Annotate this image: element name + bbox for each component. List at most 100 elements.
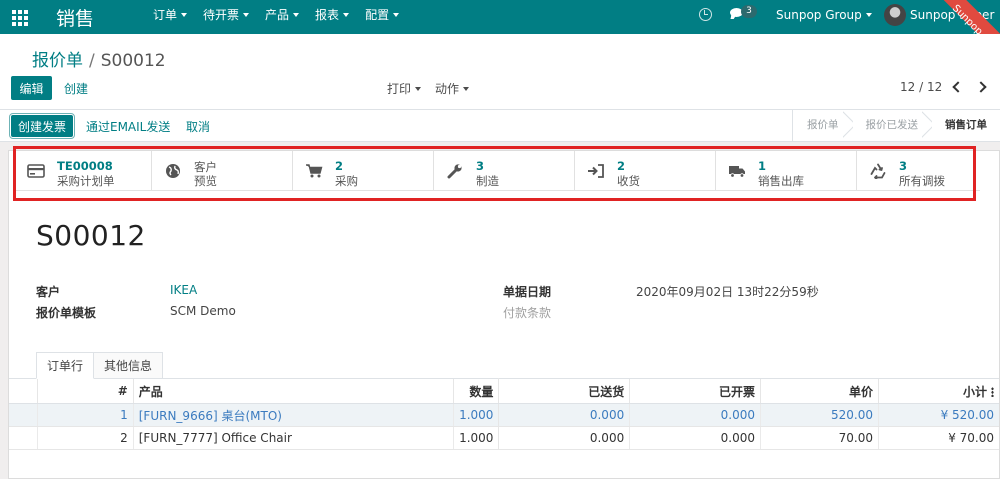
card-icon xyxy=(27,164,45,178)
cell-unit-price[interactable]: 70.00 xyxy=(760,426,879,450)
smart-button-purchase[interactable]: 2 采购 xyxy=(293,151,434,191)
stage-quotation[interactable]: 报价单 xyxy=(793,110,852,141)
smart-button-label: 预览 xyxy=(194,174,217,188)
breadcrumb-quotations-link[interactable]: 报价单 xyxy=(32,51,83,71)
column-unit-price[interactable]: 单价 xyxy=(760,378,879,404)
smart-button-value: 1 xyxy=(758,159,767,173)
chevron-down-icon xyxy=(415,86,422,91)
cart-icon xyxy=(306,164,323,178)
column-subtotal[interactable]: 小计 xyxy=(877,378,999,404)
cell-subtotal: ¥ 520.00 xyxy=(877,403,999,427)
order-lines-table: # 产品 数量 已送货 已开票 单价 小计 1 [FURN_9666] 桌台(M… xyxy=(9,378,999,450)
record-title: S00012 xyxy=(36,219,146,252)
pager-next-icon[interactable] xyxy=(974,78,990,96)
date-value: 2020年09月02日 13时22分59秒 xyxy=(636,285,819,299)
date-label: 单据日期 xyxy=(503,285,552,299)
column-seq[interactable]: # xyxy=(37,378,134,404)
menu-label: 配置 xyxy=(365,8,390,22)
menu-to-invoice[interactable]: 待开票 xyxy=(195,0,257,34)
form-statusbar: 创建发票 通过EMAIL发送 取消 报价单 报价已发送 销售订单 xyxy=(0,110,1000,142)
action-dropdown[interactable]: 动作 xyxy=(435,80,470,97)
pager-value[interactable]: 12 / 12 xyxy=(900,80,942,94)
smart-button-label: 收货 xyxy=(617,174,640,188)
stage-label: 报价已发送 xyxy=(865,119,919,131)
smart-button-receipts[interactable]: 2 收货 xyxy=(575,151,716,191)
row-spacer xyxy=(9,403,38,427)
smart-button-value: TE00008 xyxy=(57,159,113,173)
control-panel: 报价单 / S00012 编辑 创建 打印 动作 12 / 12 xyxy=(0,34,1000,110)
send-email-button[interactable]: 通过EMAIL发送 xyxy=(86,118,170,135)
column-delivered[interactable]: 已送货 xyxy=(498,378,630,404)
smart-button-all-transfers[interactable]: 3 所有调拨 xyxy=(857,151,980,191)
stage-label: 报价单 xyxy=(807,119,839,131)
print-dropdown[interactable]: 打印 xyxy=(387,80,422,97)
user-menu[interactable]: Sunpop Super xyxy=(910,0,994,34)
menu-products[interactable]: 产品 xyxy=(257,0,307,34)
smart-button-purchase-plan[interactable]: TE00008 采购计划单 xyxy=(15,151,152,191)
customer-link[interactable]: IKEA xyxy=(170,283,197,297)
menu-label: 报表 xyxy=(315,8,340,22)
column-quantity[interactable]: 数量 xyxy=(453,378,500,404)
sign-in-icon xyxy=(588,164,604,178)
stage-pipeline: 报价单 报价已发送 销售订单 xyxy=(792,110,1000,141)
chevron-down-icon xyxy=(393,12,400,17)
row-spacer xyxy=(9,426,38,450)
print-label: 打印 xyxy=(387,82,412,96)
notebook-tabs: 订单行 其他信息 xyxy=(36,352,164,379)
cell-product[interactable]: [FURN_9666] 桌台(MTO) xyxy=(132,403,454,427)
globe-icon xyxy=(166,164,180,178)
stage-label: 销售订单 xyxy=(945,119,987,131)
cell-seq: 1 xyxy=(37,403,134,427)
stage-sales-order[interactable]: 销售订单 xyxy=(931,110,1000,141)
smart-button-customer-preview[interactable]: 客户 预览 xyxy=(152,151,293,191)
template-label: 报价单模板 xyxy=(36,306,97,320)
cell-delivered: 0.000 xyxy=(498,426,630,450)
edit-button[interactable]: 编辑 xyxy=(11,76,52,100)
action-label: 动作 xyxy=(435,82,460,96)
cell-invoiced: 0.000 xyxy=(629,426,761,450)
column-product[interactable]: 产品 xyxy=(132,378,454,404)
form-sheet: TE00008 采购计划单 客户 预览 2 采购 3 制造 2 收货 1 销售出… xyxy=(8,150,1000,479)
truck-icon xyxy=(729,166,745,178)
template-value: SCM Demo xyxy=(170,304,236,318)
cell-unit-price[interactable]: 520.00 xyxy=(760,403,879,427)
smart-button-label: 采购计划单 xyxy=(57,174,115,188)
column-options-icon[interactable] xyxy=(991,387,994,397)
menu-reports[interactable]: 报表 xyxy=(307,0,357,34)
pager-previous-icon[interactable] xyxy=(948,78,964,96)
menu-label: 订单 xyxy=(153,8,178,22)
chevron-down-icon xyxy=(463,86,470,91)
table-row[interactable]: 1 [FURN_9666] 桌台(MTO) 1.000 0.000 0.000 … xyxy=(9,403,999,427)
stage-quotation-sent[interactable]: 报价已发送 xyxy=(852,110,932,141)
avatar[interactable] xyxy=(884,4,906,26)
customer-label: 客户 xyxy=(36,285,61,299)
breadcrumb-current: S00012 xyxy=(100,51,166,71)
create-invoice-button[interactable]: 创建发票 xyxy=(8,113,76,139)
cell-seq: 2 xyxy=(37,426,134,450)
apps-menu-icon[interactable] xyxy=(12,10,28,26)
smart-button-box: TE00008 采购计划单 客户 预览 2 采购 3 制造 2 收货 1 销售出… xyxy=(15,151,980,191)
tab-other-info[interactable]: 其他信息 xyxy=(94,352,164,379)
wrench-icon xyxy=(447,164,462,179)
cell-product[interactable]: [FURN_7777] Office Chair xyxy=(132,426,454,450)
smart-button-label: 采购 xyxy=(335,174,358,188)
breadcrumb-separator: / xyxy=(89,51,95,71)
cell-quantity[interactable]: 1.000 xyxy=(453,426,500,450)
smart-button-label: 制造 xyxy=(476,174,499,188)
tab-order-lines[interactable]: 订单行 xyxy=(36,352,95,379)
cell-delivered: 0.000 xyxy=(498,403,630,427)
activity-clock-icon[interactable] xyxy=(699,8,712,21)
column-invoiced[interactable]: 已开票 xyxy=(629,378,761,404)
smart-button-delivery[interactable]: 1 销售出库 xyxy=(716,151,857,191)
cell-quantity[interactable]: 1.000 xyxy=(453,403,500,427)
smart-button-value: 2 xyxy=(335,159,344,173)
app-brand[interactable]: 销售 xyxy=(56,4,94,31)
company-switcher[interactable]: Sunpop Group xyxy=(776,0,872,34)
menu-configuration[interactable]: 配置 xyxy=(357,0,407,34)
cancel-button[interactable]: 取消 xyxy=(186,118,210,135)
create-button[interactable]: 创建 xyxy=(64,80,88,97)
smart-button-manufacturing[interactable]: 3 制造 xyxy=(434,151,575,191)
menu-orders[interactable]: 订单 xyxy=(145,0,195,34)
table-row[interactable]: 2 [FURN_7777] Office Chair 1.000 0.000 0… xyxy=(9,426,999,450)
chevron-down-icon xyxy=(181,12,188,17)
